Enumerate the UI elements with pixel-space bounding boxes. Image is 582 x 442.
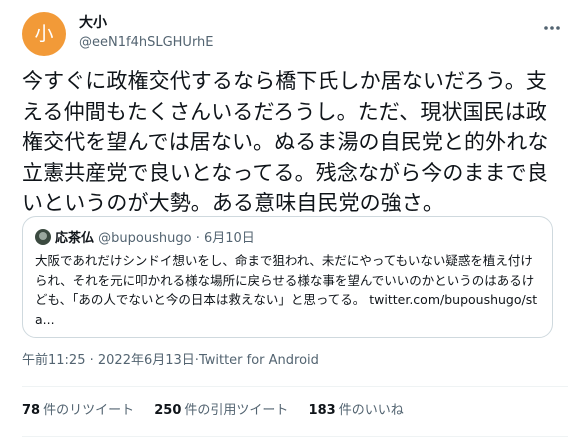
quoted-tweet[interactable]: 応茶仏 @bupoushugo · 6月10日 大阪であれだけシンドイ想いをし、… <box>22 216 553 338</box>
tweet-header: 小 大小 @eeN1f4hSLGHUrhE <box>22 10 568 60</box>
tweet-stats: 78 件のリツイート 250 件の引用ツイート 183 件のいいね <box>22 402 420 420</box>
quoted-display-name: 応茶仏 <box>55 231 95 246</box>
tweet-text: 今すぐに政権交代するなら橋下氏しか居ないだろう。支える仲間もたくさんいるだろうし… <box>22 69 549 215</box>
retweets-label: 件のリツイート <box>43 403 135 418</box>
quoted-date: 6月10日 <box>203 231 255 246</box>
quoted-separator: · <box>195 231 200 246</box>
tweet-time[interactable]: 午前11:25 <box>22 353 85 368</box>
tweet-date[interactable]: 2022年6月13日 <box>98 353 195 368</box>
quoted-tweet-header: 応茶仏 @bupoushugo · 6月10日 <box>35 229 255 247</box>
divider <box>22 436 568 437</box>
quotes-count: 250 <box>154 403 182 418</box>
tweet-client[interactable]: Twitter for Android <box>199 353 319 368</box>
author-handle[interactable]: @eeN1f4hSLGHUrhE <box>79 34 214 52</box>
quoted-tweet-text: 大阪であれだけシンドイ想いをし、命まで狙われ、未だにやってもいない疑惑を植え付け… <box>35 251 540 329</box>
avatar[interactable]: 小 <box>22 12 66 56</box>
meta-separator: · <box>89 353 94 368</box>
divider <box>22 386 568 387</box>
retweets-stat[interactable]: 78 件のリツイート <box>22 403 134 418</box>
quoted-avatar <box>35 229 51 245</box>
more-horizontal-icon[interactable] <box>542 18 562 38</box>
tweet-meta: 午前11:25 · 2022年6月13日·Twitter for Android <box>22 352 319 370</box>
quotes-stat[interactable]: 250 件の引用ツイート <box>154 403 288 418</box>
likes-label: 件のいいね <box>338 403 404 418</box>
retweets-count: 78 <box>22 403 41 418</box>
author-names: 大小 @eeN1f4hSLGHUrhE <box>79 14 214 52</box>
avatar-initial: 小 <box>34 23 54 45</box>
tweet-card: 小 大小 @eeN1f4hSLGHUrhE 今すぐに政権交代するなら橋下氏しか居… <box>0 0 582 442</box>
quoted-handle: @bupoushugo <box>98 231 192 246</box>
likes-stat[interactable]: 183 件のいいね <box>309 403 404 418</box>
likes-count: 183 <box>308 403 336 418</box>
quotes-label: 件の引用ツイート <box>184 403 289 418</box>
author-display-name[interactable]: 大小 <box>79 14 214 32</box>
